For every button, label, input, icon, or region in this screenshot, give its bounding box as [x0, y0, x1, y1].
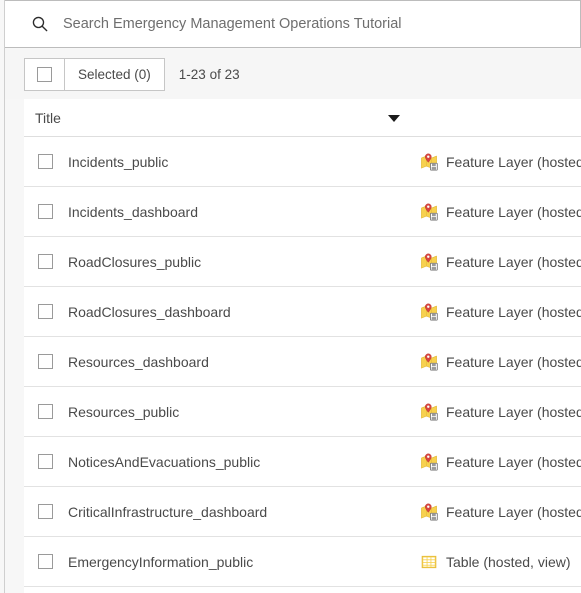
- item-type-label: Feature Layer (hosted: [446, 303, 581, 320]
- table-row[interactable]: Resources_dashboard Feature Layer (hoste…: [24, 337, 581, 387]
- item-title-link[interactable]: CriticalInfrastructure_dashboard: [68, 504, 267, 520]
- item-title-link[interactable]: Incidents_dashboard: [68, 204, 198, 220]
- item-type-cell: Feature Layer (hosted: [420, 253, 581, 271]
- item-type-cell: Feature Layer (hosted: [420, 503, 581, 521]
- feature-layer-icon: [421, 353, 438, 371]
- checkbox-unchecked-icon: [37, 254, 53, 269]
- checkbox-unchecked-icon: [37, 304, 53, 319]
- item-type-label: Feature Layer (hosted: [446, 353, 581, 370]
- table-row[interactable]: RoadClosures_dashboard Feature Layer (ho…: [24, 287, 581, 337]
- checkbox-unchecked-icon: [37, 66, 52, 82]
- row-checkbox[interactable]: [24, 204, 66, 219]
- row-checkbox[interactable]: [24, 504, 66, 519]
- feature-layer-icon: [421, 453, 438, 471]
- list-toolbar: Selected (0) 1-23 of 23: [5, 49, 581, 99]
- select-all-group[interactable]: Selected (0): [24, 57, 165, 91]
- item-type-cell: Feature Layer (hosted: [420, 203, 581, 221]
- select-all-checkbox[interactable]: [25, 58, 65, 90]
- checkbox-unchecked-icon: [37, 554, 53, 569]
- item-type-label: Table (hosted, view): [446, 553, 571, 570]
- table-row[interactable]: Incidents_dashboard Feature Layer (hoste…: [24, 187, 581, 237]
- row-checkbox[interactable]: [24, 304, 66, 319]
- row-checkbox[interactable]: [24, 404, 66, 419]
- checkbox-unchecked-icon: [37, 454, 53, 469]
- item-title-link[interactable]: Incidents_public: [68, 154, 168, 170]
- row-checkbox[interactable]: [24, 154, 66, 169]
- feature-layer-icon: [421, 153, 438, 171]
- table-row[interactable]: Resources_public Feature Layer (hosted: [24, 387, 581, 437]
- table-row[interactable]: RoadClosures_public Feature Layer (hoste…: [24, 237, 581, 287]
- item-type-label: Feature Layer (hosted: [446, 203, 581, 220]
- checkbox-unchecked-icon: [37, 204, 53, 219]
- sort-header[interactable]: Title: [24, 99, 581, 137]
- chevron-down-icon[interactable]: [388, 115, 400, 122]
- item-title-link[interactable]: Resources_public: [68, 404, 179, 420]
- table-row[interactable]: EmergencyInformation_public Table (hoste…: [24, 537, 581, 587]
- item-type-label: Feature Layer (hosted: [446, 503, 581, 520]
- checkbox-unchecked-icon: [37, 504, 53, 519]
- search-bar[interactable]: [5, 0, 581, 48]
- table-row[interactable]: Incidents_public Feature Layer (hosted: [24, 137, 581, 187]
- table-icon: [421, 555, 437, 568]
- item-title-link[interactable]: RoadClosures_dashboard: [68, 304, 231, 320]
- checkbox-unchecked-icon: [37, 354, 53, 369]
- sort-field-label: Title: [35, 109, 61, 126]
- table-row[interactable]: NoticesAndEvacuations_public Feature Lay…: [24, 437, 581, 487]
- item-browser-panel: Selected (0) 1-23 of 23 Title Incidents_…: [0, 0, 581, 593]
- row-checkbox[interactable]: [24, 254, 66, 269]
- selected-count-button[interactable]: Selected (0): [65, 59, 164, 90]
- feature-layer-icon: [421, 203, 438, 221]
- search-icon: [32, 16, 48, 32]
- row-checkbox[interactable]: [24, 554, 66, 569]
- feature-layer-icon: [421, 503, 438, 521]
- item-type-label: Feature Layer (hosted: [446, 453, 581, 470]
- item-type-cell: Feature Layer (hosted: [420, 403, 581, 421]
- feature-layer-icon: [421, 403, 438, 421]
- row-checkbox[interactable]: [24, 454, 66, 469]
- item-title-link[interactable]: Resources_dashboard: [68, 354, 209, 370]
- item-type-cell: Feature Layer (hosted: [420, 453, 581, 471]
- item-title-link[interactable]: RoadClosures_public: [68, 254, 201, 270]
- item-type-cell: Feature Layer (hosted: [420, 303, 581, 321]
- checkbox-unchecked-icon: [37, 154, 53, 169]
- search-input[interactable]: [63, 12, 580, 36]
- row-checkbox[interactable]: [24, 354, 66, 369]
- item-type-label: Feature Layer (hosted: [446, 403, 581, 420]
- item-type-cell: Feature Layer (hosted: [420, 153, 581, 171]
- item-type-label: Feature Layer (hosted: [446, 153, 581, 170]
- item-title-link[interactable]: NoticesAndEvacuations_public: [68, 454, 260, 470]
- feature-layer-icon: [421, 303, 438, 321]
- feature-layer-icon: [421, 253, 438, 271]
- table-row[interactable]: CriticalInfrastructure_dashboard Feature…: [24, 487, 581, 537]
- item-list: Incidents_public Feature Layer (hosted In…: [24, 137, 581, 593]
- checkbox-unchecked-icon: [37, 404, 53, 419]
- item-title-link[interactable]: EmergencyInformation_public: [68, 554, 253, 570]
- result-range-label: 1-23 of 23: [178, 66, 240, 82]
- item-type-label: Feature Layer (hosted: [446, 253, 581, 270]
- item-type-cell: Table (hosted, view): [420, 553, 571, 571]
- item-type-cell: Feature Layer (hosted: [420, 353, 581, 371]
